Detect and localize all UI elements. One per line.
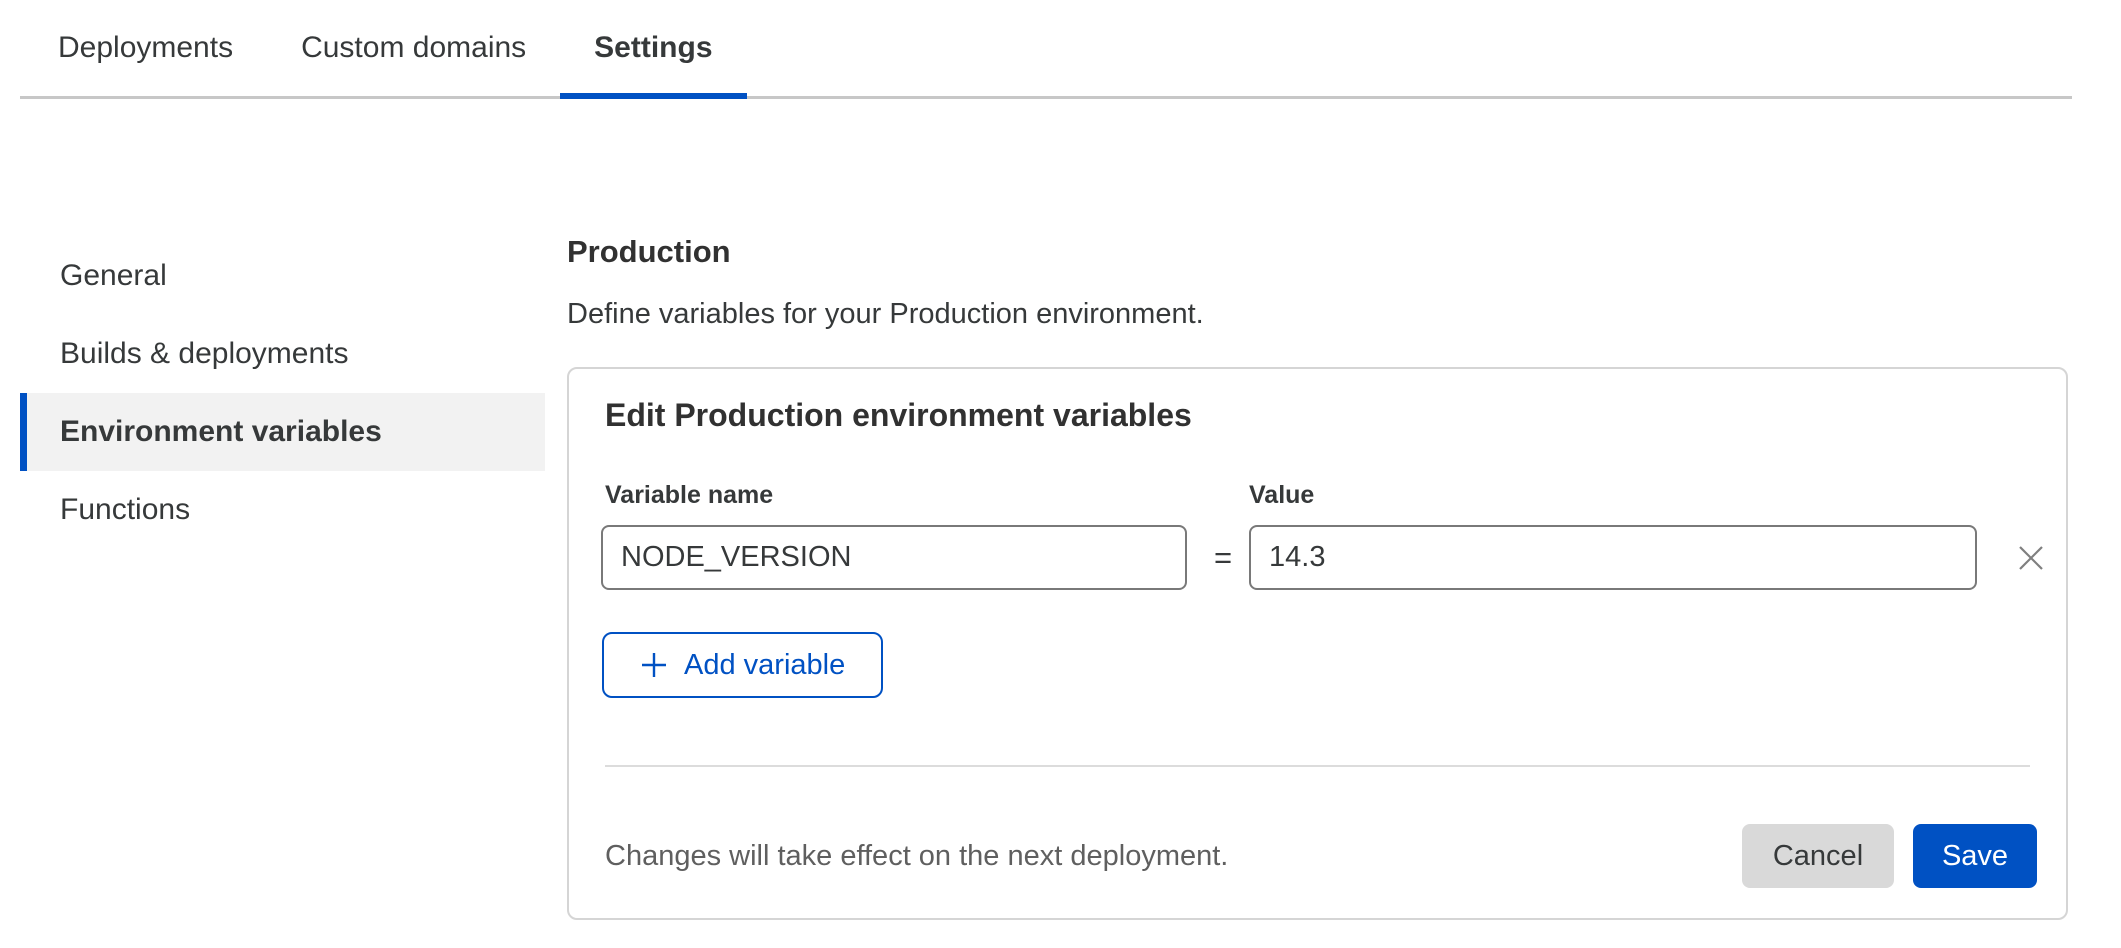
pages-settings-screen: Deployments Custom domains Settings Gene… bbox=[0, 0, 2121, 948]
deployment-note: Changes will take effect on the next dep… bbox=[605, 840, 1228, 873]
variable-value-input[interactable] bbox=[1249, 525, 1977, 590]
sidebar-item-general[interactable]: General bbox=[20, 237, 545, 315]
close-icon bbox=[2016, 543, 2046, 573]
value-label: Value bbox=[1249, 481, 1314, 510]
settings-sidebar: General Builds & deployments Environment… bbox=[20, 237, 545, 549]
cancel-button[interactable]: Cancel bbox=[1742, 824, 1894, 888]
variable-name-label: Variable name bbox=[605, 481, 773, 510]
tab-deployments[interactable]: Deployments bbox=[24, 0, 267, 96]
card-title: Edit Production environment variables bbox=[605, 397, 1192, 434]
variable-name-input[interactable] bbox=[601, 525, 1187, 590]
remove-variable-button[interactable] bbox=[2009, 538, 2053, 578]
equals-sign: = bbox=[1197, 525, 1249, 590]
tab-settings[interactable]: Settings bbox=[560, 0, 746, 96]
page-title: Production bbox=[567, 234, 731, 270]
sidebar-item-functions[interactable]: Functions bbox=[20, 471, 545, 549]
environment-variables-card: Edit Production environment variables Va… bbox=[567, 367, 2068, 920]
tab-bar: Deployments Custom domains Settings bbox=[20, 0, 2072, 99]
add-variable-button-label: Add variable bbox=[684, 649, 845, 682]
plus-icon bbox=[640, 651, 668, 679]
sidebar-item-builds-deployments[interactable]: Builds & deployments bbox=[20, 315, 545, 393]
card-divider bbox=[605, 765, 2030, 767]
tab-custom-domains[interactable]: Custom domains bbox=[267, 0, 560, 96]
page-description: Define variables for your Production env… bbox=[567, 298, 1204, 331]
sidebar-item-environment-variables[interactable]: Environment variables bbox=[20, 393, 545, 471]
add-variable-button[interactable]: Add variable bbox=[602, 632, 883, 698]
save-button[interactable]: Save bbox=[1913, 824, 2037, 888]
